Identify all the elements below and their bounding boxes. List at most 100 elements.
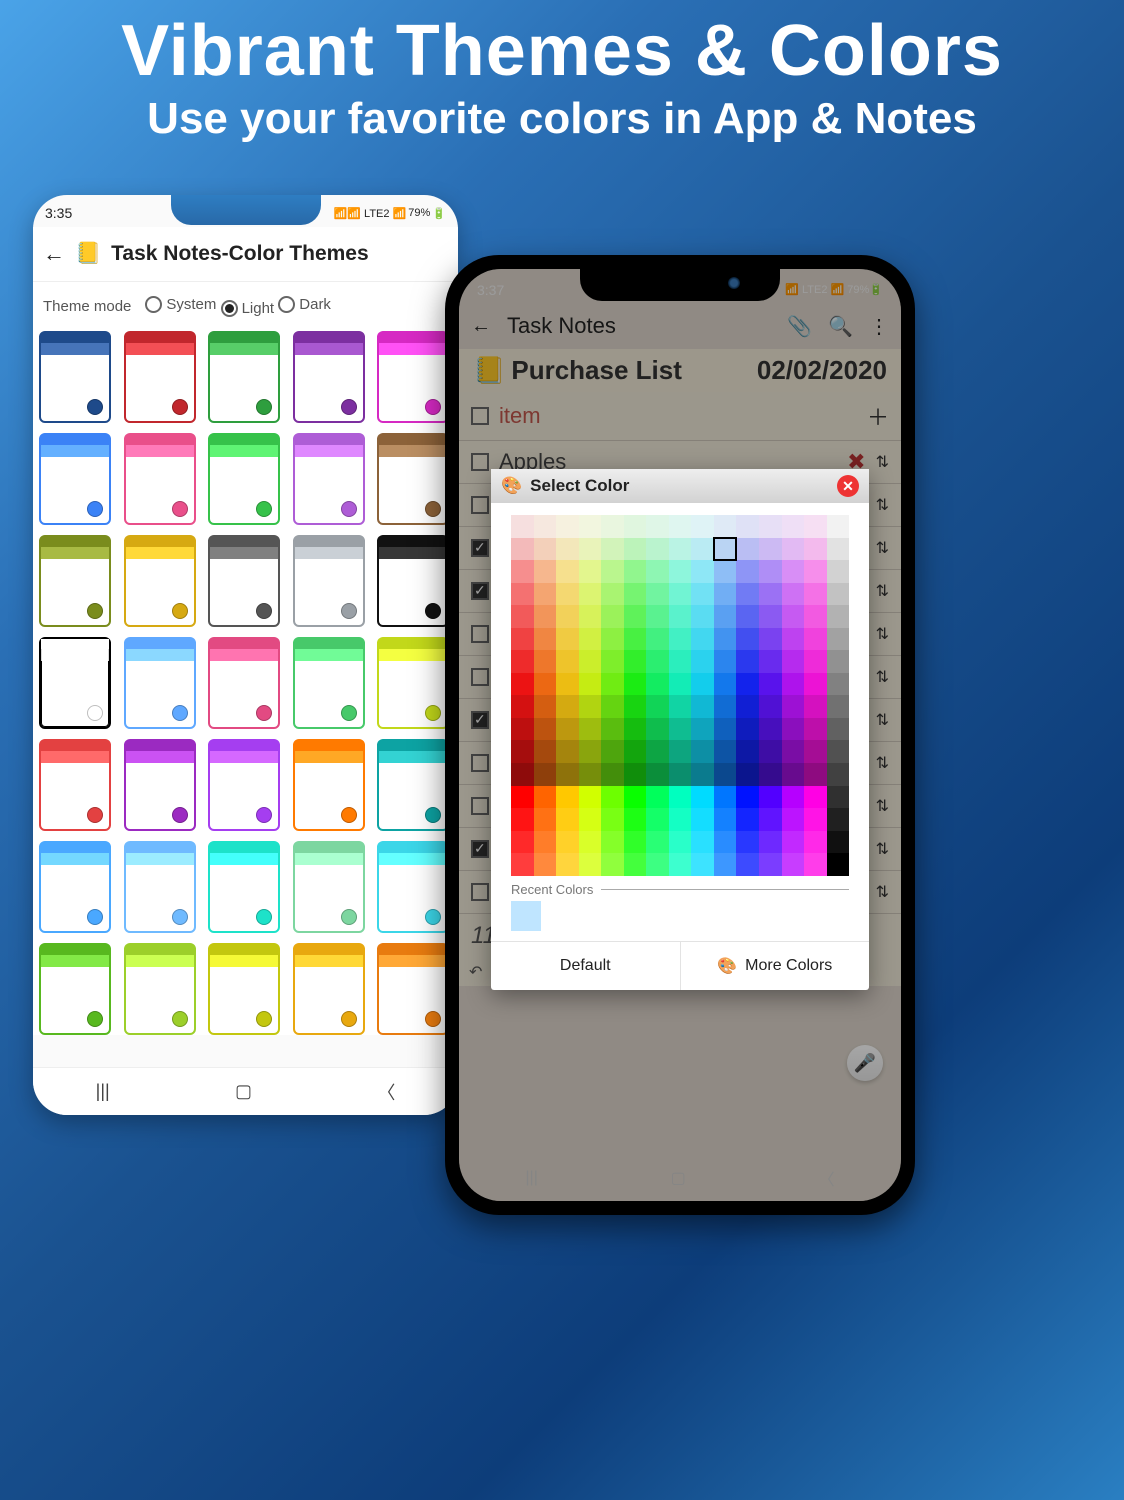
color-swatch[interactable] — [511, 538, 534, 561]
color-swatch[interactable] — [511, 740, 534, 763]
color-swatch[interactable] — [624, 695, 647, 718]
color-swatch[interactable] — [646, 605, 669, 628]
color-swatch[interactable] — [782, 583, 805, 606]
color-swatch[interactable] — [601, 718, 624, 741]
theme-card[interactable] — [377, 637, 449, 729]
color-swatch[interactable] — [804, 515, 827, 538]
color-swatch[interactable] — [534, 673, 557, 696]
color-swatch[interactable] — [601, 583, 624, 606]
color-swatch[interactable] — [691, 808, 714, 831]
color-swatch[interactable] — [736, 628, 759, 651]
color-swatch[interactable] — [759, 650, 782, 673]
color-swatch[interactable] — [782, 831, 805, 854]
color-swatch[interactable] — [624, 583, 647, 606]
color-swatch[interactable] — [736, 538, 759, 561]
color-swatch[interactable] — [804, 808, 827, 831]
theme-card[interactable] — [293, 331, 365, 423]
color-swatch[interactable] — [534, 560, 557, 583]
color-swatch[interactable] — [534, 831, 557, 854]
theme-card[interactable] — [293, 739, 365, 831]
color-swatch[interactable] — [556, 650, 579, 673]
color-swatch[interactable] — [556, 583, 579, 606]
color-swatch[interactable] — [669, 583, 692, 606]
color-swatch[interactable] — [691, 538, 714, 561]
color-swatch[interactable] — [579, 695, 602, 718]
color-swatch[interactable] — [511, 515, 534, 538]
color-swatch[interactable] — [646, 853, 669, 876]
color-swatch[interactable] — [827, 583, 850, 606]
color-swatch[interactable] — [759, 740, 782, 763]
color-swatch[interactable] — [601, 673, 624, 696]
color-swatch[interactable] — [579, 538, 602, 561]
color-swatch[interactable] — [646, 718, 669, 741]
color-swatch[interactable] — [534, 740, 557, 763]
color-swatch[interactable] — [736, 763, 759, 786]
color-swatch[interactable] — [624, 740, 647, 763]
color-swatch[interactable] — [534, 763, 557, 786]
color-swatch[interactable] — [804, 831, 827, 854]
color-swatch[interactable] — [511, 583, 534, 606]
color-swatch[interactable] — [534, 786, 557, 809]
color-swatch[interactable] — [511, 718, 534, 741]
color-swatch[interactable] — [736, 853, 759, 876]
color-swatch[interactable] — [714, 673, 737, 696]
theme-card[interactable] — [39, 841, 111, 933]
color-swatch[interactable] — [736, 808, 759, 831]
color-swatch[interactable] — [782, 763, 805, 786]
color-swatch[interactable] — [782, 808, 805, 831]
theme-card[interactable] — [208, 841, 280, 933]
color-swatch[interactable] — [736, 786, 759, 809]
theme-card[interactable] — [377, 331, 449, 423]
color-swatch[interactable] — [669, 673, 692, 696]
color-swatch[interactable] — [511, 695, 534, 718]
color-swatch[interactable] — [736, 740, 759, 763]
color-swatch[interactable] — [601, 650, 624, 673]
color-swatch[interactable] — [759, 718, 782, 741]
theme-card[interactable] — [208, 535, 280, 627]
color-swatch[interactable] — [511, 605, 534, 628]
color-swatch[interactable] — [579, 718, 602, 741]
color-swatch[interactable] — [759, 628, 782, 651]
color-swatch[interactable] — [827, 650, 850, 673]
theme-card[interactable] — [377, 943, 449, 1035]
color-swatch[interactable] — [556, 560, 579, 583]
theme-card[interactable] — [293, 535, 365, 627]
color-swatch[interactable] — [759, 515, 782, 538]
nav-recent-icon[interactable]: ||| — [96, 1081, 110, 1102]
color-swatch[interactable] — [669, 763, 692, 786]
color-swatch[interactable] — [691, 853, 714, 876]
color-swatch[interactable] — [691, 605, 714, 628]
color-swatch[interactable] — [534, 515, 557, 538]
color-swatch[interactable] — [646, 583, 669, 606]
color-swatch[interactable] — [714, 650, 737, 673]
color-swatch[interactable] — [624, 628, 647, 651]
color-swatch[interactable] — [511, 673, 534, 696]
color-swatch[interactable] — [669, 831, 692, 854]
color-swatch[interactable] — [669, 808, 692, 831]
color-swatch[interactable] — [511, 808, 534, 831]
theme-card[interactable] — [124, 535, 196, 627]
color-swatch[interactable] — [624, 853, 647, 876]
color-swatch[interactable] — [579, 515, 602, 538]
color-swatch[interactable] — [827, 628, 850, 651]
color-swatch[interactable] — [827, 740, 850, 763]
color-swatch[interactable] — [691, 673, 714, 696]
color-swatch[interactable] — [736, 605, 759, 628]
color-swatch[interactable] — [759, 583, 782, 606]
color-swatch[interactable] — [714, 538, 737, 561]
color-swatch[interactable] — [804, 628, 827, 651]
color-swatch[interactable] — [736, 831, 759, 854]
color-swatch[interactable] — [804, 763, 827, 786]
color-swatch[interactable] — [827, 560, 850, 583]
theme-card[interactable] — [208, 943, 280, 1035]
theme-card[interactable] — [377, 739, 449, 831]
color-swatch[interactable] — [736, 718, 759, 741]
color-swatch[interactable] — [782, 718, 805, 741]
color-swatch[interactable] — [624, 763, 647, 786]
color-swatch[interactable] — [624, 786, 647, 809]
color-swatch[interactable] — [759, 853, 782, 876]
color-swatch[interactable] — [556, 538, 579, 561]
color-swatch[interactable] — [646, 560, 669, 583]
theme-card[interactable] — [377, 535, 449, 627]
color-swatch[interactable] — [736, 515, 759, 538]
